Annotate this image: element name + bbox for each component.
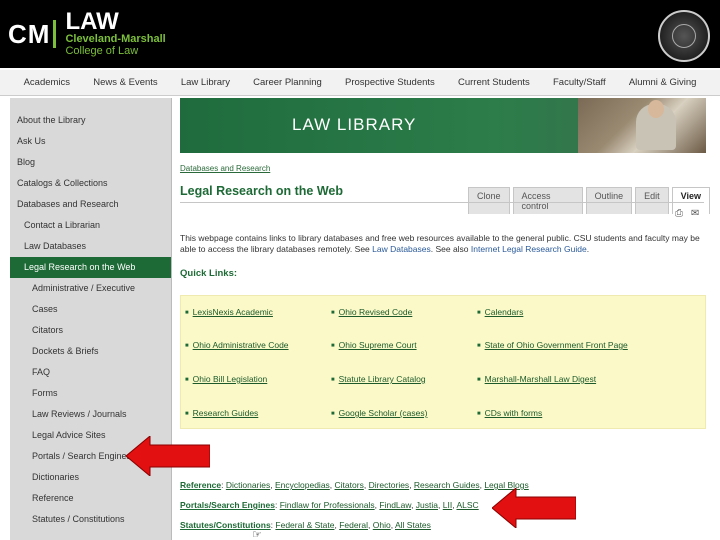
resource-row: Reference: Dictionaries, Encyclopedias, … [180,480,529,490]
email-icon[interactable]: ✉ [691,208,699,219]
quick-link[interactable]: State of Ohio Government Front Page [477,340,628,350]
sidebar-item-legal-research-on-the-web[interactable]: Legal Research on the Web [10,257,171,278]
internet-legal-research-guide-link[interactable]: Internet Legal Research Guide [471,244,587,254]
logo-divider [53,20,57,48]
nav-item-faculty-staff[interactable]: Faculty/Staff [553,77,606,88]
nav-item-alumni-giving[interactable]: Alumni & Giving [629,77,697,88]
logo-cm-text: CM [8,18,51,49]
intro-text-3: . [586,244,590,254]
sidebar-item-citators[interactable]: Citators [10,320,171,341]
nav-item-academics[interactable]: Academics [24,77,70,88]
sidebar-item-dockets-briefs[interactable]: Dockets & Briefs [10,341,171,362]
logo-law: LAW [65,8,119,35]
tab-outline[interactable]: Outline [585,187,633,214]
resource-link[interactable]: Ohio [373,520,391,530]
resource-link[interactable]: Findlaw for Professionals [280,500,375,510]
tab-access-control[interactable]: Access control [512,187,583,214]
quick-link[interactable]: Calendars [477,307,524,317]
intro-text-2: . See also [430,244,471,254]
quick-link[interactable]: Statute Library Catalog [331,374,426,384]
main-navigation: Academics News & Events Law Library Career … [0,70,720,96]
resource-row: Statutes/Constitutions: Federal & State,… [180,520,431,530]
tab-divider [180,202,704,203]
law-databases-link[interactable]: Law Databases [372,244,431,254]
resource-link[interactable]: ALSC [456,500,478,510]
nav-item-current-students[interactable]: Current Students [458,77,530,88]
logo-subtitle-1: Cleveland-Marshall [65,33,166,45]
sidebar-item-cases[interactable]: Cases [10,299,171,320]
nav-item-news-events[interactable]: News & Events [93,77,157,88]
red-arrow-portals-icon [492,488,576,528]
resource-row-label[interactable]: Portals/Search Engines [180,500,275,510]
quick-link[interactable]: Google Scholar (cases) [331,408,428,418]
logo-text: LAW Cleveland-Marshall College of Law [65,8,166,58]
university-seal-icon [658,10,710,62]
resource-link[interactable]: LII [443,500,452,510]
quick-links-label: Quick Links: [180,268,238,279]
banner-photo [578,98,706,153]
resource-row: Portals/Search Engines: Findlaw for Prof… [180,500,479,510]
hand-cursor-icon: ☞ [252,529,262,540]
photo-head [648,100,664,118]
breadcrumb[interactable]: Databases and Research [180,164,270,173]
sidebar-item-about-the-library[interactable]: About the Library [10,110,171,131]
sidebar-item-law-reviews-journals[interactable]: Law Reviews / Journals [10,404,171,425]
sidebar-item-faq[interactable]: FAQ [10,362,171,383]
site-header: CM LAW Cleveland-Marshall College of Law [0,0,720,68]
resource-link[interactable]: Citators [335,480,364,490]
resource-link[interactable]: All States [395,520,431,530]
quick-link[interactable]: CDs with forms [477,408,543,418]
resource-link[interactable]: Research Guides [414,480,480,490]
sidebar-item-reference[interactable]: Reference [10,488,171,509]
quick-links-box: LexisNexis Academic Ohio Revised Code Cale… [180,295,706,429]
sidebar-item-contact-a-librarian[interactable]: Contact a Librarian [10,215,171,236]
resource-link[interactable]: Justia [416,500,438,510]
quick-link[interactable]: Ohio Supreme Court [331,340,417,350]
sidebar-item-catalogs-collections[interactable]: Catalogs & Collections [10,173,171,194]
intro-paragraph: This webpage contains links to library d… [180,233,706,255]
main-content: LAW LIBRARY Databases and Research Legal… [180,98,710,540]
resource-link[interactable]: Directories [369,480,410,490]
sidebar-item-ask-us[interactable]: Ask Us [10,131,171,152]
quick-link[interactable]: Ohio Bill Legislation [185,374,268,384]
seal-inner [672,24,696,48]
sidebar-item-databases-and-research[interactable]: Databases and Research [10,194,171,215]
page-title: Legal Research on the Web [180,184,344,198]
resource-link[interactable]: Federal & State [275,520,334,530]
tab-clone[interactable]: Clone [468,187,510,214]
red-arrow-sidebar-icon [126,436,210,476]
nav-item-career-planning[interactable]: Career Planning [253,77,322,88]
print-icon[interactable]: ⎙ [675,208,683,219]
page-tabs: Clone Access control Outline Edit View [465,187,710,214]
sidebar-item-blog[interactable]: Blog [10,152,171,173]
resource-link[interactable]: FindLaw [379,500,411,510]
quick-link[interactable]: Marshall-Marshall Law Digest [477,374,596,384]
logo-subtitle-2: College of Law [65,45,139,57]
sidebar-item-forms[interactable]: Forms [10,383,171,404]
banner-title: LAW LIBRARY [292,115,417,134]
site-logo[interactable]: CM LAW Cleveland-Marshall College of Law [8,6,166,62]
quick-link[interactable]: Ohio Administrative Code [185,340,289,350]
resource-link[interactable]: Federal [339,520,368,530]
nav-item-law-library[interactable]: Law Library [181,77,230,88]
page-actions: ⎙ ✉ [675,208,699,219]
law-library-banner: LAW LIBRARY [180,98,706,153]
resource-link[interactable]: Dictionaries [226,480,270,490]
tab-edit[interactable]: Edit [635,187,669,214]
sidebar-item-administrative-executive[interactable]: Administrative / Executive [10,278,171,299]
resource-row-label[interactable]: Reference [180,480,221,490]
quick-link[interactable]: Ohio Revised Code [331,307,413,317]
sidebar-item-law-databases[interactable]: Law Databases [10,236,171,257]
sidebar-item-statutes-constitutions[interactable]: Statutes / Constitutions [10,509,171,530]
nav-item-prospective-students[interactable]: Prospective Students [345,77,435,88]
quick-link[interactable]: LexisNexis Academic [185,307,273,317]
resource-link[interactable]: Encyclopedias [275,480,330,490]
quick-link[interactable]: Research Guides [185,408,259,418]
logo-cm: CM [8,19,59,50]
